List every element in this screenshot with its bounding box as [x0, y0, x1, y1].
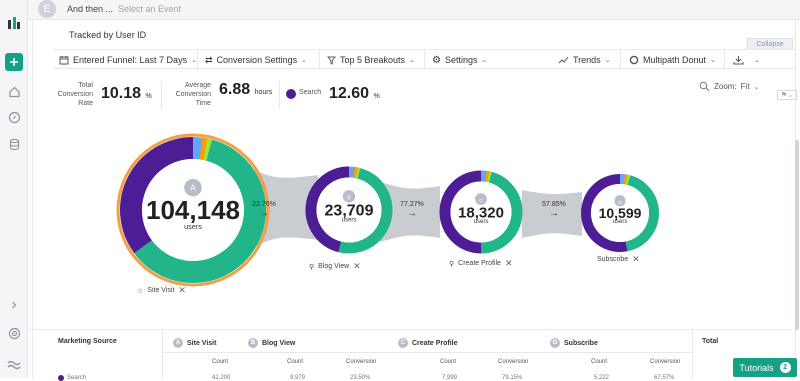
tutorials-label: Tutorials: [739, 363, 773, 373]
close-icon[interactable]: ✕: [353, 261, 361, 272]
donut-segment: [488, 177, 490, 178]
step-label-d[interactable]: Subscribe ✕: [597, 254, 640, 265]
pin-icon[interactable]: ⚲: [449, 260, 454, 268]
table-row-label: Search: [58, 375, 86, 381]
table-cell: 79.15%: [502, 375, 522, 381]
compass-icon[interactable]: [5, 108, 23, 126]
table-cell: 5,222: [594, 375, 609, 381]
step-letter: C: [479, 198, 483, 204]
col-marketing-source[interactable]: Marketing Source: [58, 338, 117, 345]
table-cell: 42,200: [212, 375, 230, 381]
step-label-a[interactable]: ☆ Site Visit ✕: [137, 285, 186, 296]
step-letter: A: [190, 183, 196, 193]
step-users-unit: users: [474, 219, 489, 225]
funnel-diagram: A104,148usersB23,709usersC18,320usersD10…: [28, 0, 800, 330]
star-icon[interactable]: ☆: [137, 287, 143, 295]
plus-icon[interactable]: [5, 53, 23, 71]
tutorials-count-badge: 2: [780, 362, 791, 373]
table-cell: 23.50%: [350, 375, 370, 381]
home-icon[interactable]: [5, 82, 23, 100]
conversion-a-b: 22.76%→: [250, 201, 278, 219]
scrollbar[interactable]: [795, 140, 799, 330]
sub-count: Count: [591, 359, 607, 365]
donut-step-d[interactable]: D10,599users: [586, 179, 654, 247]
donut-segment: [357, 173, 359, 174]
breakdown-table: Marketing Source ASite Visit BBlog View …: [28, 329, 792, 378]
sidebar: [0, 0, 28, 378]
pin-icon[interactable]: ⚲: [309, 263, 314, 271]
brand-icon[interactable]: [5, 356, 23, 374]
sub-conversion: Conversion: [346, 359, 376, 365]
tutorials-button[interactable]: Tutorials 2: [733, 358, 797, 377]
col-blog-view[interactable]: BBlog View: [248, 338, 295, 348]
col-total[interactable]: Total: [702, 338, 718, 345]
step-users-unit: users: [613, 219, 628, 225]
step-label-c[interactable]: ⚲ Create Profile ✕: [449, 258, 512, 269]
donut-segment: [205, 149, 209, 150]
database-icon[interactable]: [5, 135, 23, 153]
table-cell: 7,999: [442, 375, 457, 381]
close-icon[interactable]: ✕: [632, 254, 640, 265]
donut-step-c[interactable]: C18,320users: [445, 176, 517, 248]
donut-step-a[interactable]: A 104,148users: [118, 135, 268, 285]
step-letter: B: [347, 195, 351, 201]
sub-count: Count: [212, 359, 228, 365]
col-create-profile[interactable]: CCreate Profile: [398, 338, 458, 348]
col-site-visit[interactable]: ASite Visit: [173, 338, 216, 348]
conversion-b-c: 77.27%→: [398, 201, 426, 219]
table-cell: 67.57%: [654, 375, 674, 381]
close-icon[interactable]: ✕: [178, 285, 186, 296]
sub-conversion: Conversion: [650, 359, 680, 365]
step-user-count: 104,148: [146, 195, 240, 225]
donut-segment: [201, 148, 206, 149]
step-label-b[interactable]: ⚲ Blog View ✕: [309, 261, 361, 272]
arrow-right-icon: →: [540, 208, 568, 219]
col-subscribe[interactable]: DSubscribe: [550, 338, 598, 348]
help-icon[interactable]: [5, 324, 23, 342]
arrow-right-icon: →: [398, 208, 426, 219]
step-users-unit: users: [184, 222, 202, 231]
step-users-unit: users: [342, 218, 357, 224]
close-icon[interactable]: ✕: [505, 258, 513, 269]
main-area: E And then ... Select an Event Tracked b…: [28, 0, 800, 378]
arrow-right-icon: →: [250, 208, 278, 219]
sub-count: Count: [440, 359, 456, 365]
donut-step-b[interactable]: B23,709users: [311, 172, 387, 248]
sub-count: Count: [287, 359, 303, 365]
table-cell: 9,979: [290, 375, 305, 381]
sub-conversion: Conversion: [498, 359, 528, 365]
conversion-c-d: 57.85%→: [540, 201, 568, 219]
logo-icon[interactable]: [5, 14, 23, 32]
chevron-right-icon[interactable]: [5, 296, 23, 314]
